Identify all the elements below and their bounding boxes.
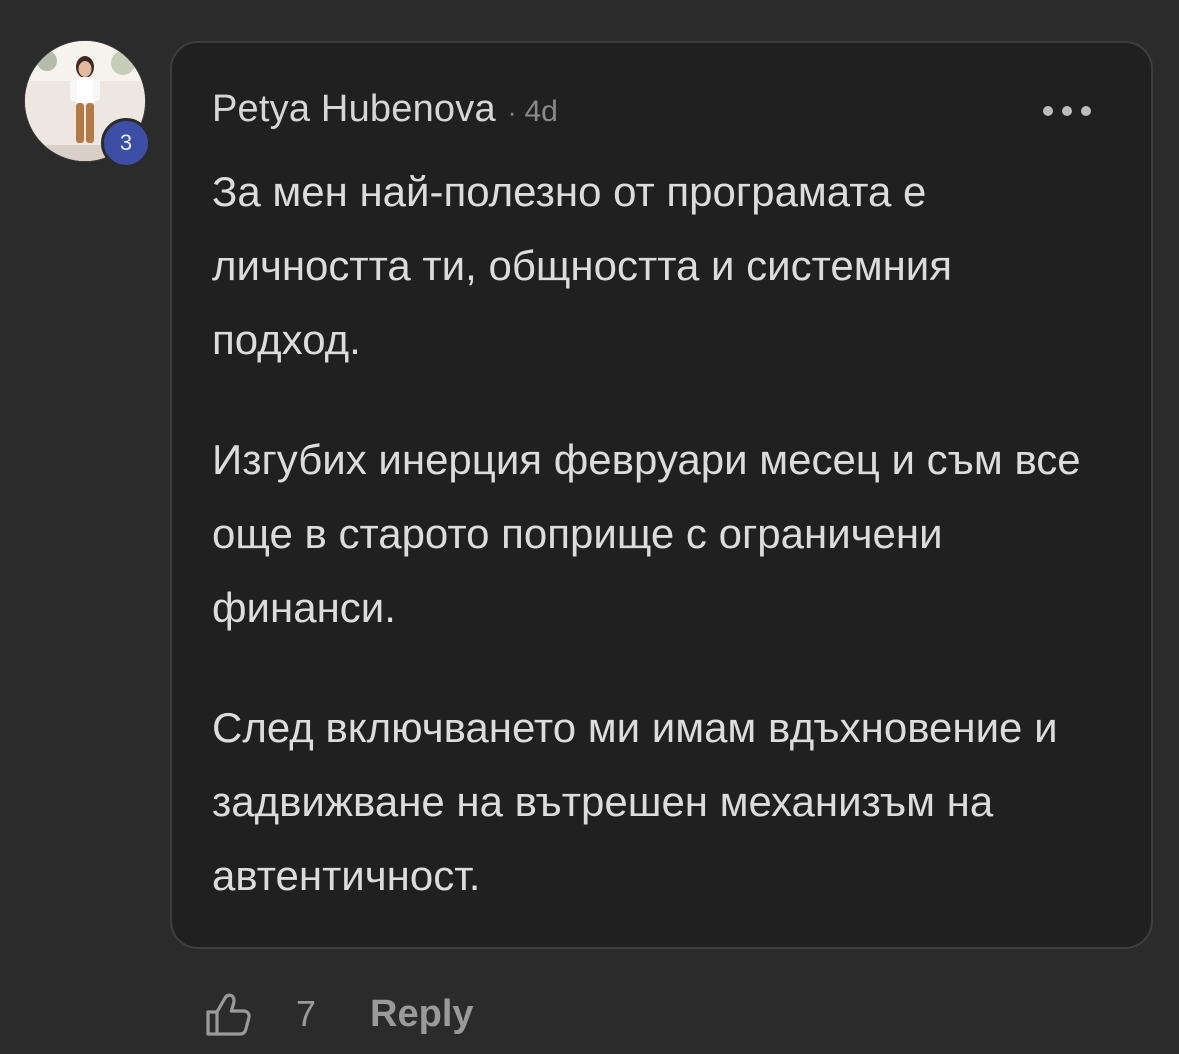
comment-header: Petya Hubenova · 4d xyxy=(212,88,558,131)
comment-paragraph: За мен най-полезно от програмата е лично… xyxy=(212,168,953,363)
comment-body: За мен най-полезно от програмата е лично… xyxy=(212,155,1112,913)
avatar-container[interactable]: 3 xyxy=(24,40,151,168)
thumbs-up-icon[interactable] xyxy=(200,986,256,1042)
more-dot xyxy=(1043,106,1053,116)
comment-actions: 7 Reply xyxy=(200,984,474,1044)
level-badge: 3 xyxy=(101,118,151,168)
author-name[interactable]: Petya Hubenova xyxy=(212,88,496,131)
comment-thread: 3 Petya Hubenova · 4d За мен най-полезно… xyxy=(0,0,1179,1054)
separator-dot: · xyxy=(507,97,517,127)
comment-paragraph: След включването ми имам вдъхновение и з… xyxy=(212,704,1058,899)
comment-paragraph: Изгубих инерция февруари месец и съм все… xyxy=(212,436,1081,631)
more-options-icon[interactable] xyxy=(1043,99,1091,123)
more-dot xyxy=(1062,106,1072,116)
comment-timestamp[interactable]: 4d xyxy=(524,95,557,129)
reply-button[interactable]: Reply xyxy=(370,993,473,1036)
comment-bubble: Petya Hubenova · 4d За мен най-полезно о… xyxy=(170,41,1153,949)
like-count: 7 xyxy=(296,993,317,1034)
more-dot xyxy=(1081,106,1091,116)
